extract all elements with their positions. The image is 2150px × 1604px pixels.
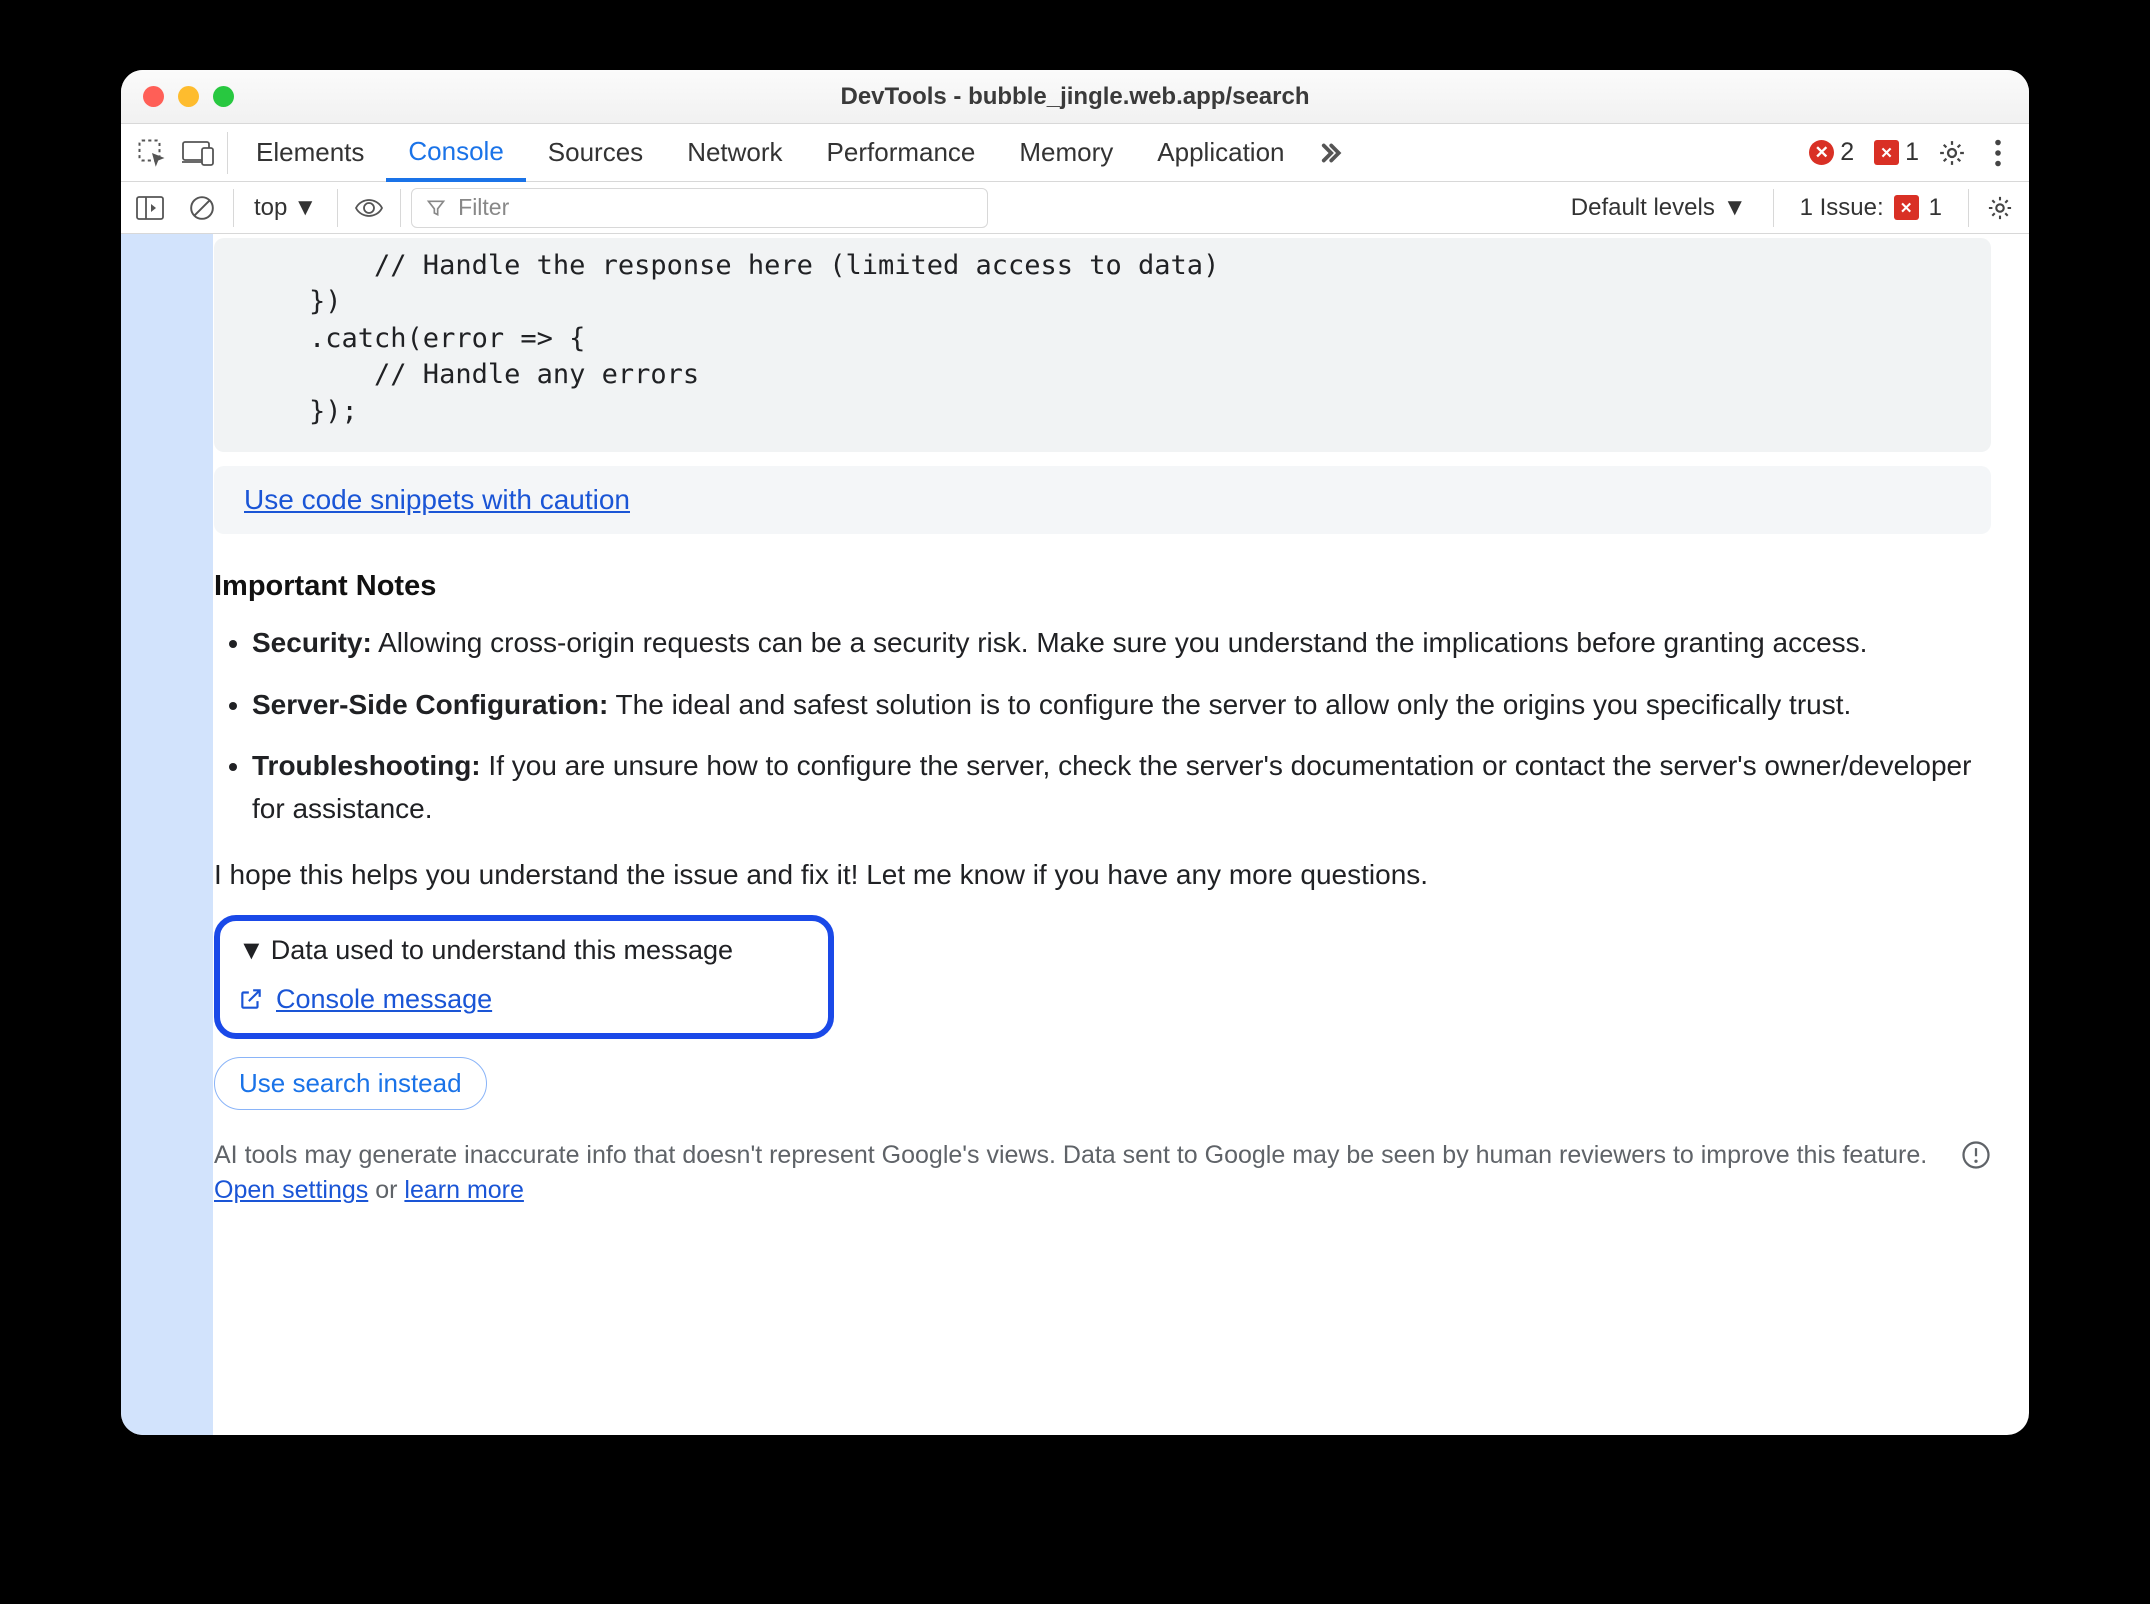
close-window-button[interactable]: [143, 86, 164, 107]
disclosure-summary[interactable]: ▼ Data used to understand this message: [238, 935, 808, 966]
tab-console[interactable]: Console: [386, 124, 525, 182]
issues-count: 1: [1905, 138, 1919, 167]
triangle-down-icon: ▼: [238, 935, 265, 966]
console-message-link[interactable]: Console message: [276, 984, 492, 1015]
kebab-menu-icon[interactable]: [1975, 130, 2021, 176]
console-toolbar: top ▼ Filter Default levels ▼ 1 Issue: ✕…: [121, 182, 2029, 234]
errors-indicator[interactable]: ✕ 2: [1809, 138, 1854, 167]
window-title: DevTools - bubble_jingle.web.app/search: [121, 83, 2029, 111]
caution-link[interactable]: Use code snippets with caution: [244, 484, 630, 515]
toolbar-issues-label: 1 Issue:: [1800, 194, 1884, 222]
devtools-window: DevTools - bubble_jingle.web.app/search …: [121, 70, 2029, 1435]
clear-console-icon[interactable]: [181, 187, 223, 229]
device-toolbar-icon[interactable]: [175, 130, 221, 176]
warning-icon[interactable]: [1961, 1140, 1991, 1170]
context-label: top: [254, 194, 287, 222]
traffic-lights: [143, 86, 234, 107]
chevron-down-icon: ▼: [1723, 194, 1747, 222]
console-content: // Handle the response here (limited acc…: [121, 234, 2029, 1435]
tab-sources[interactable]: Sources: [526, 125, 665, 181]
tab-elements[interactable]: Elements: [234, 125, 386, 181]
more-tabs-icon[interactable]: [1307, 130, 1353, 176]
notes-list: Security: Allowing cross-origin requests…: [214, 621, 1991, 831]
maximize-window-button[interactable]: [213, 86, 234, 107]
use-search-instead-button[interactable]: Use search instead: [214, 1057, 487, 1110]
panel-tabs: Elements Console Sources Network Perform…: [121, 124, 2029, 182]
inspect-element-icon[interactable]: [129, 130, 175, 176]
selection-gutter: [121, 234, 213, 1435]
data-used-disclosure: ▼ Data used to understand this message C…: [214, 915, 834, 1039]
filter-placeholder: Filter: [458, 194, 509, 221]
list-item: Security: Allowing cross-origin requests…: [252, 621, 1991, 664]
code-snippet: // Handle the response here (limited acc…: [214, 238, 1991, 452]
error-icon: ✕: [1809, 140, 1834, 165]
console-settings-icon[interactable]: [1979, 187, 2021, 229]
closing-text: I hope this helps you understand the iss…: [214, 859, 1991, 891]
issue-flag-icon: ✕: [1874, 140, 1899, 165]
filter-icon: [426, 198, 446, 218]
tab-performance[interactable]: Performance: [805, 125, 998, 181]
tab-memory[interactable]: Memory: [997, 125, 1135, 181]
live-expression-icon[interactable]: [348, 187, 390, 229]
notes-heading: Important Notes: [214, 570, 1991, 603]
caution-box: Use code snippets with caution: [214, 466, 1991, 534]
errors-count: 2: [1840, 138, 1854, 167]
filter-input[interactable]: Filter: [411, 188, 988, 228]
list-item: Troubleshooting: If you are unsure how t…: [252, 744, 1991, 831]
settings-icon[interactable]: [1929, 130, 1975, 176]
open-in-new-icon: [238, 986, 264, 1012]
log-levels-selector[interactable]: Default levels ▼: [1555, 194, 1763, 222]
chevron-down-icon: ▼: [293, 194, 317, 222]
toolbar-issues-count: 1: [1929, 194, 1942, 222]
open-settings-link[interactable]: Open settings: [214, 1176, 368, 1204]
sidebar-toggle-icon[interactable]: [129, 187, 171, 229]
minimize-window-button[interactable]: [178, 86, 199, 107]
learn-more-link[interactable]: learn more: [404, 1176, 524, 1204]
list-item: Server-Side Configuration: The ideal and…: [252, 683, 1991, 726]
log-levels-label: Default levels: [1571, 194, 1715, 222]
issue-flag-icon: ✕: [1894, 195, 1919, 220]
issues-indicator[interactable]: ✕ 1: [1874, 138, 1919, 167]
ai-disclaimer: AI tools may generate inaccurate info th…: [214, 1134, 1991, 1226]
tab-application[interactable]: Application: [1135, 125, 1306, 181]
titlebar: DevTools - bubble_jingle.web.app/search: [121, 70, 2029, 124]
context-selector[interactable]: top ▼: [244, 194, 327, 222]
disclosure-summary-text: Data used to understand this message: [271, 935, 733, 966]
toolbar-issues[interactable]: 1 Issue: ✕ 1: [1784, 194, 1958, 222]
tab-network[interactable]: Network: [665, 125, 804, 181]
disclaimer-text: AI tools may generate inaccurate info th…: [214, 1141, 1927, 1169]
